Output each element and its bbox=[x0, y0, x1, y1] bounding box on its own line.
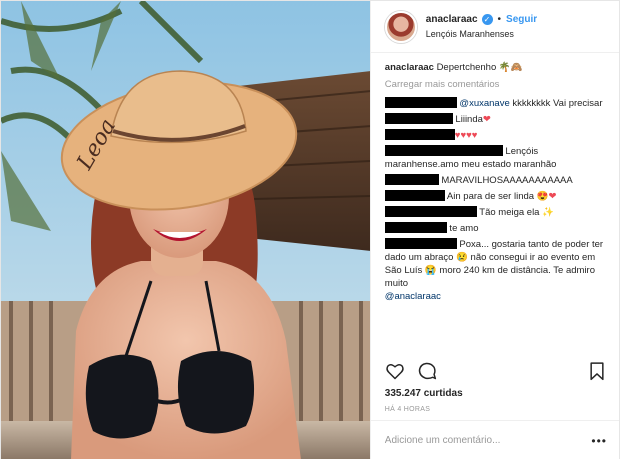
post-photo[interactable]: Leoa bbox=[1, 1, 370, 459]
more-options-icon[interactable]: ••• bbox=[591, 434, 607, 448]
redacted-username[interactable] bbox=[384, 238, 457, 249]
bookmark-icon[interactable] bbox=[587, 361, 607, 381]
redacted-username[interactable] bbox=[384, 145, 503, 156]
location-link[interactable]: Lençóis Maranhenses bbox=[426, 27, 537, 41]
comment-item: MARAVILHOSAAAAAAAAAAA bbox=[384, 174, 609, 187]
comment-container: @xuxanave kkkkkkkk Vai precisar Liiinda❤… bbox=[384, 97, 609, 303]
comment-item: Poxa... gostaria tanto de poder ter dado… bbox=[384, 238, 609, 303]
comment-text: te amo bbox=[446, 223, 479, 234]
header-text: anaclaraac ✓ • Seguir Lençóis Maranhense… bbox=[426, 13, 537, 41]
caption-author[interactable]: anaclaraac bbox=[385, 62, 434, 73]
comment-text: MARAVILHOSAAAAAAAAAAA bbox=[438, 175, 573, 186]
comment-item: Liiinda❤ bbox=[384, 113, 609, 126]
redacted-username[interactable] bbox=[384, 174, 439, 185]
action-bar bbox=[385, 359, 607, 383]
instagram-post: Leoa anaclaraac ✓ • Seguir Lençóis Maran… bbox=[0, 0, 620, 459]
comment-emoji: ❤ bbox=[548, 191, 557, 202]
redacted-username[interactable] bbox=[384, 222, 447, 233]
comment-text: Ain para de ser linda 😍 bbox=[444, 191, 549, 202]
comment-input[interactable] bbox=[384, 435, 592, 446]
post-header: anaclaraac ✓ • Seguir Lençóis Maranhense… bbox=[370, 1, 619, 53]
author-username[interactable]: anaclaraac bbox=[426, 13, 478, 27]
comment-item: Ain para de ser linda 😍❤ bbox=[384, 190, 609, 203]
comment-item: te amo bbox=[384, 222, 609, 235]
redacted-username[interactable] bbox=[384, 129, 455, 140]
heart-icon[interactable] bbox=[385, 361, 405, 381]
comment-item: ♥♥♥♥ bbox=[384, 129, 609, 142]
comment-item: @xuxanave kkkkkkkk Vai precisar bbox=[384, 97, 609, 110]
comment-emoji: ♥♥♥♥ bbox=[454, 130, 478, 141]
comment-emoji: ❤ bbox=[482, 114, 491, 125]
redacted-username[interactable] bbox=[384, 97, 457, 108]
comment-mention[interactable]: @anaclaraac bbox=[385, 291, 441, 302]
comments-list[interactable]: anaclaraac Depertchenho 🌴🙈 Carregar mais… bbox=[384, 61, 609, 350]
post-timestamp[interactable]: HÁ 4 HORAS bbox=[385, 406, 430, 413]
redacted-username[interactable] bbox=[384, 190, 445, 201]
caption: anaclaraac Depertchenho 🌴🙈 bbox=[385, 61, 609, 74]
caption-text: Depertchenho 🌴🙈 bbox=[436, 62, 523, 73]
avatar[interactable] bbox=[384, 10, 417, 43]
post-sidebar: anaclaraac ✓ • Seguir Lençóis Maranhense… bbox=[369, 1, 619, 459]
comment-text: Tão meiga ela ✨ bbox=[476, 207, 554, 218]
comment-text: kkkkkkkk Vai precisar bbox=[509, 98, 603, 109]
header-row: anaclaraac ✓ • Seguir bbox=[426, 13, 537, 27]
redacted-username[interactable] bbox=[384, 206, 477, 217]
verified-badge-icon: ✓ bbox=[481, 14, 493, 25]
follow-button[interactable]: Seguir bbox=[506, 13, 537, 27]
load-more-comments-link[interactable]: Carregar mais comentários bbox=[385, 78, 609, 91]
comment-item: Tão meiga ela ✨ bbox=[384, 206, 609, 219]
separator-dot: • bbox=[497, 13, 502, 25]
comment-item: Lençóis maranhense.amo meu estado maranh… bbox=[384, 145, 609, 171]
redacted-username[interactable] bbox=[384, 113, 453, 124]
comment-mention[interactable]: @xuxanave bbox=[457, 98, 509, 109]
likes-count[interactable]: 335.247 curtidas bbox=[385, 388, 463, 399]
comment-icon[interactable] bbox=[417, 361, 437, 381]
add-comment-bar: ••• bbox=[370, 420, 619, 459]
comment-text: Liiinda bbox=[452, 114, 483, 125]
beach-portrait-image: Leoa bbox=[1, 1, 370, 459]
